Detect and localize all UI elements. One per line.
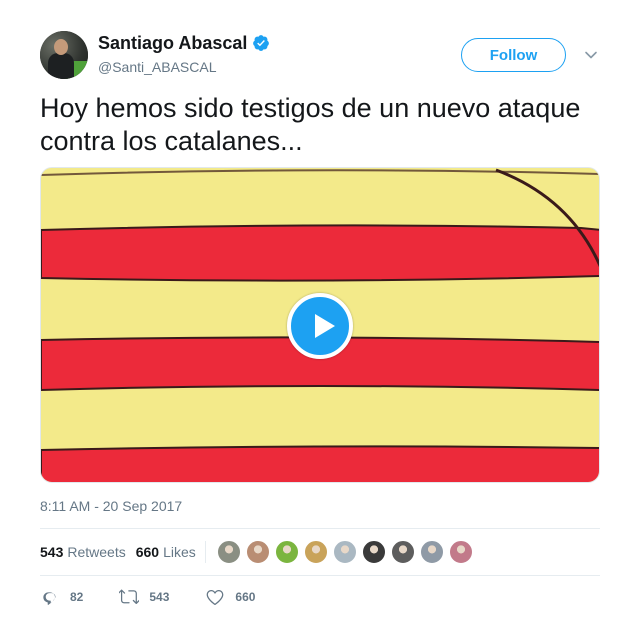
- engagement-stats: 543 Retweets 660 Likes: [40, 542, 206, 562]
- retweet-action[interactable]: 543: [119, 587, 169, 607]
- likes-label: Likes: [163, 544, 196, 560]
- liker-avatar[interactable]: [333, 540, 357, 564]
- liker-avatar[interactable]: [391, 540, 415, 564]
- reply-count: 82: [70, 590, 84, 604]
- liker-avatar[interactable]: [420, 540, 444, 564]
- tweet-timestamp[interactable]: 8:11 AM - 20 Sep 2017: [40, 498, 182, 514]
- like-action[interactable]: 660: [205, 587, 255, 607]
- like-count: 660: [235, 590, 256, 604]
- retweet-icon: [119, 589, 140, 605]
- author-handle[interactable]: @Santi_ABASCAL: [98, 59, 217, 75]
- retweets-count: 543: [40, 544, 64, 560]
- likers-separator: [205, 541, 206, 563]
- user-avatar[interactable]: [40, 31, 88, 79]
- liker-avatar[interactable]: [217, 540, 241, 564]
- divider-top: [40, 528, 600, 529]
- avatar-figure-body: [48, 53, 74, 79]
- play-button[interactable]: [287, 293, 353, 359]
- heart-icon: [207, 590, 224, 606]
- retweets-label: Retweets: [67, 544, 126, 560]
- reply-action[interactable]: 82: [40, 587, 83, 607]
- tweet-text: Hoy hemos sido testigos de un nuevo ataq…: [40, 93, 581, 156]
- author-display-name[interactable]: Santiago Abascal: [98, 33, 247, 54]
- divider-bottom: [40, 575, 600, 576]
- liker-avatar[interactable]: [246, 540, 270, 564]
- play-icon: [315, 314, 335, 338]
- tweet-card: Santiago Abascal @Santi_ABASCAL Follow H…: [0, 0, 640, 637]
- verified-badge-icon: [253, 35, 270, 51]
- liker-avatar[interactable]: [275, 540, 299, 564]
- likes-count: 660: [135, 544, 160, 560]
- video-player[interactable]: [40, 167, 600, 483]
- tweet-actions: 82 543 660: [40, 587, 291, 607]
- follow-button[interactable]: Follow: [461, 38, 566, 72]
- liker-avatar[interactable]: [362, 540, 386, 564]
- chevron-down-icon[interactable]: [583, 47, 599, 63]
- retweets-stat[interactable]: 543 Retweets: [40, 544, 126, 560]
- avatar-figure-head: [54, 39, 68, 55]
- reply-icon: [43, 592, 56, 605]
- retweet-count: 543: [149, 590, 170, 604]
- liker-avatar[interactable]: [449, 540, 473, 564]
- liker-avatar[interactable]: [304, 540, 328, 564]
- author-name-row: Santiago Abascal: [98, 33, 270, 53]
- likes-stat[interactable]: 660 Likes: [136, 544, 196, 560]
